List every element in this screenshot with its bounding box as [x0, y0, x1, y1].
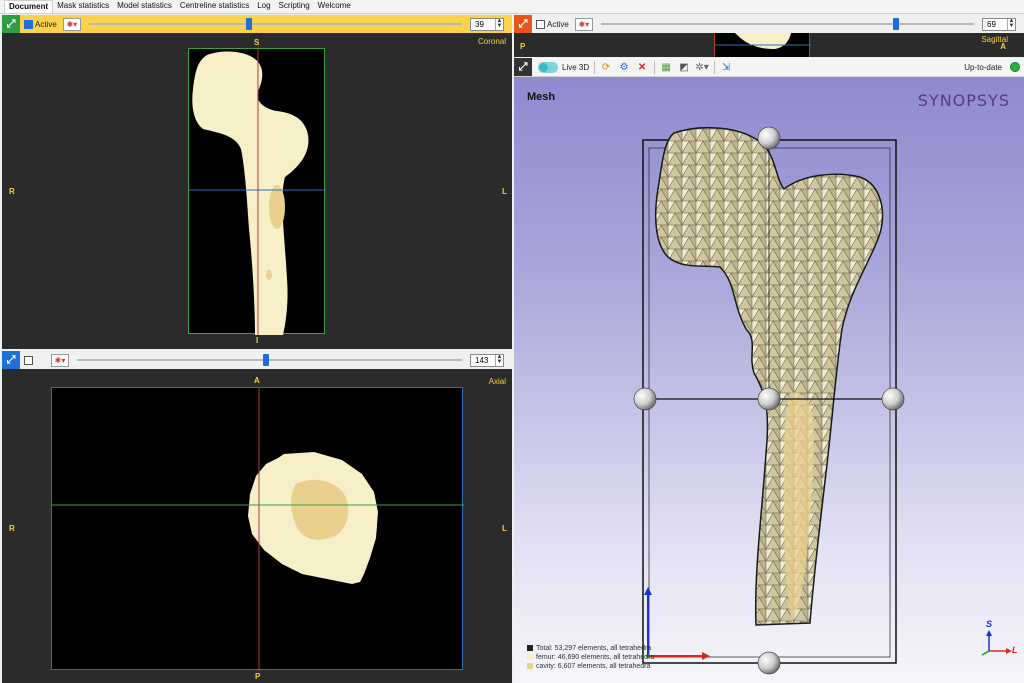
tab-mask-statistics[interactable]: Mask statistics: [53, 0, 113, 13]
orient-bottom: P: [255, 672, 261, 681]
live-3d-toggle[interactable]: [538, 61, 558, 73]
orient-right: L: [502, 524, 507, 533]
legend-text: cavity: 6,607 elements, all tetrahedra: [536, 663, 651, 670]
surface-icon[interactable]: ◩: [677, 60, 691, 74]
orient-bottom: I: [256, 336, 259, 345]
slice-number: 143: [475, 355, 489, 365]
handle-center[interactable]: [757, 387, 781, 411]
sagittal-image: [714, 33, 811, 57]
delete-icon[interactable]: ✕: [635, 60, 649, 74]
femur-axial-slice: [52, 388, 464, 671]
legend-item: Total: 53,297 elements, all tetrahedra: [527, 644, 654, 653]
status-indicator-icon: [1010, 62, 1020, 72]
export-icon[interactable]: ⇲: [719, 60, 733, 74]
legend-swatch: [527, 645, 533, 652]
slice-number: 39: [475, 19, 484, 29]
axial-view-panel[interactable]: ⤢ ✱▾ 143 ▲ ▼ Axial A P R L: [2, 351, 512, 683]
active-checkbox[interactable]: [24, 19, 33, 29]
slider-thumb[interactable]: [246, 18, 253, 30]
spin-arrows-icon[interactable]: ▲ ▼: [495, 354, 503, 366]
coronal-slice-spinbox[interactable]: 39 ▲ ▼: [470, 17, 504, 31]
maximize-icon[interactable]: ⤢: [2, 15, 20, 33]
handle-top[interactable]: [757, 126, 781, 150]
view-options-icon[interactable]: ✱▾: [62, 17, 81, 31]
legend-item: cavity: 6,607 elements, all tetrahedra: [527, 662, 654, 671]
tab-welcome[interactable]: Welcome: [314, 0, 355, 13]
legend-text: Total: 53,297 elements, all tetrahedra: [536, 645, 652, 652]
orient-top: A: [254, 376, 260, 385]
toolbar-separator: [714, 60, 716, 74]
slider-thumb[interactable]: [262, 354, 269, 366]
femur-sagittal-slice: [715, 33, 811, 49]
handle-right[interactable]: [881, 387, 905, 411]
gizmo-up-label: S: [986, 619, 993, 629]
sagittal-slice-slider[interactable]: [600, 17, 974, 31]
legend-item: femur: 46,690 elements, all tetrahedra: [527, 653, 654, 662]
axial-image: [51, 387, 464, 671]
femur-coronal-slice: [189, 49, 326, 336]
refresh-icon[interactable]: ⟳: [599, 60, 613, 74]
axial-view-label: Axial: [488, 377, 506, 386]
sagittal-toolbar: ⤢ Active ✱▾ 69 ▲ ▼: [514, 15, 1024, 33]
active-label: Active: [547, 19, 569, 29]
toolbar-separator: [654, 60, 656, 74]
axial-toolbar: ⤢ ✱▾ 143 ▲ ▼: [2, 351, 512, 369]
orient-left: R: [9, 524, 15, 533]
3d-view-panel[interactable]: ⤢ Live 3D ⟳ ⚙ ✕ ▦ ◩ ✲▾ ⇲ Up-to-date Mesh…: [514, 58, 1024, 683]
legend-swatch: [527, 663, 533, 670]
settings-gear-icon[interactable]: ⚙: [617, 60, 631, 74]
maximize-icon[interactable]: ⤢: [514, 15, 532, 33]
tab-document[interactable]: Document: [4, 0, 54, 13]
orient-right: A: [1000, 42, 1006, 51]
orient-left: P: [520, 42, 526, 51]
live-3d-label: Live 3D: [562, 62, 590, 72]
sagittal-view-panel[interactable]: ⤢ Active ✱▾ 69 ▲ ▼ Sagittal P A: [514, 15, 1024, 57]
orient-right: L: [502, 187, 507, 196]
coronal-image: [188, 48, 326, 336]
status-label: Up-to-date: [964, 63, 1002, 72]
coronal-view-label: Coronal: [477, 37, 506, 46]
tab-scripting[interactable]: Scripting: [275, 0, 314, 13]
active-label: Active: [35, 19, 57, 29]
tab-centreline-statistics[interactable]: Centreline statistics: [176, 0, 253, 13]
axial-slice-spinbox[interactable]: 143 ▲ ▼: [470, 353, 504, 367]
slice-number: 69: [987, 19, 996, 29]
3d-toolbar: ⤢ Live 3D ⟳ ⚙ ✕ ▦ ◩ ✲▾ ⇲ Up-to-date: [514, 58, 1024, 77]
axial-slice-slider[interactable]: [77, 353, 462, 367]
mesh-legend: Total: 53,297 elements, all tetrahedra f…: [527, 644, 654, 671]
toolbar-separator: [594, 60, 596, 74]
legend-text: femur: 46,690 elements, all tetrahedra: [536, 654, 655, 661]
orient-top: S: [254, 38, 260, 47]
legend-swatch: [527, 654, 533, 661]
active-checkbox[interactable]: [24, 355, 33, 365]
view-options-icon[interactable]: ✱▾: [51, 353, 69, 367]
coronal-toolbar: ⤢ Active ✱▾ 39 ▲ ▼: [2, 15, 512, 33]
tab-model-statistics[interactable]: Model statistics: [113, 0, 176, 13]
orient-left: R: [9, 187, 15, 196]
slider-thumb[interactable]: [892, 18, 899, 30]
mesh-options-icon[interactable]: ✲▾: [695, 60, 709, 74]
coronal-view-panel[interactable]: ⤢ Active ✱▾ 39 ▲ ▼ Coronal S I R L: [2, 15, 512, 349]
color-map-icon[interactable]: ▦: [659, 60, 673, 74]
gizmo-right-label: L: [1012, 645, 1018, 655]
document-tab-bar: Document Mask statistics Model statistic…: [0, 0, 1024, 14]
coronal-slice-slider[interactable]: [88, 17, 462, 31]
maximize-icon[interactable]: ⤢: [514, 58, 532, 76]
handle-left[interactable]: [633, 387, 657, 411]
maximize-icon[interactable]: ⤢: [2, 351, 20, 369]
spin-arrows-icon[interactable]: ▲ ▼: [1007, 18, 1015, 30]
view-options-icon[interactable]: ✱▾: [574, 17, 593, 31]
spin-arrows-icon[interactable]: ▲ ▼: [495, 18, 503, 30]
active-checkbox[interactable]: [536, 19, 545, 29]
handle-bottom[interactable]: [757, 651, 781, 675]
sagittal-slice-spinbox[interactable]: 69 ▲ ▼: [982, 17, 1016, 31]
tab-log[interactable]: Log: [253, 0, 274, 13]
mesh-render[interactable]: [514, 93, 1024, 683]
